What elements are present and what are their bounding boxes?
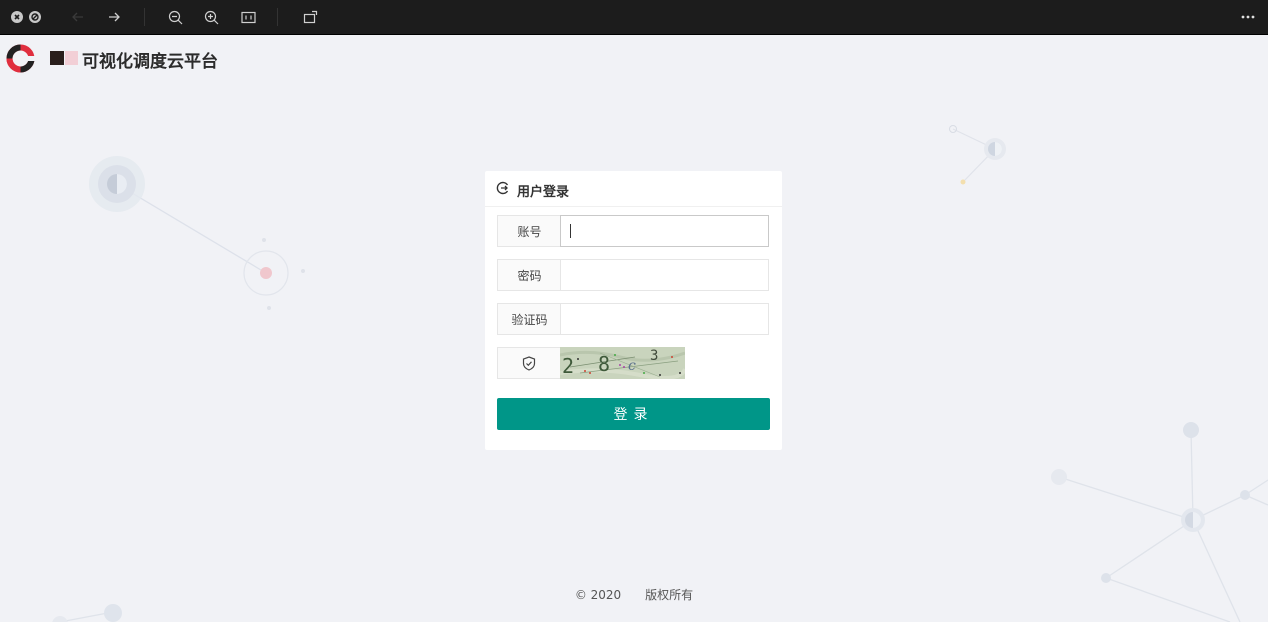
captcha-char: 2 bbox=[562, 354, 574, 378]
toolbar-divider bbox=[277, 8, 278, 26]
brand-logo-icon bbox=[6, 44, 35, 72]
brand-title: 可视化调度云平台 bbox=[82, 52, 218, 72]
fit-icon[interactable] bbox=[240, 8, 256, 26]
viewer-toolbar bbox=[0, 0, 1268, 35]
captcha-input[interactable] bbox=[560, 303, 769, 335]
rotate-icon[interactable] bbox=[302, 8, 318, 26]
captcha-char: 3 bbox=[650, 348, 658, 364]
more-icon[interactable] bbox=[1240, 8, 1256, 26]
password-input[interactable] bbox=[560, 259, 769, 291]
captcha-label: 验证码 bbox=[497, 303, 561, 335]
copyright-text: © 2020 bbox=[574, 588, 622, 602]
brand: 可视化调度云平台 bbox=[6, 43, 218, 73]
login-panel-header: 用户登录 bbox=[485, 171, 782, 207]
text-caret bbox=[570, 224, 571, 238]
captcha-image-row: 2 8 c 3 bbox=[497, 347, 769, 379]
account-label: 账号 bbox=[497, 215, 561, 247]
toolbar-divider bbox=[144, 8, 145, 26]
password-label: 密码 bbox=[497, 259, 561, 291]
zoom-out-icon[interactable] bbox=[167, 8, 183, 26]
brand-redacted-mark bbox=[50, 49, 82, 67]
login-button[interactable]: 登录 bbox=[497, 398, 770, 430]
account-input[interactable] bbox=[560, 215, 769, 247]
block-icon[interactable] bbox=[29, 11, 41, 23]
login-panel-title: 用户登录 bbox=[517, 185, 570, 200]
captcha-icon-box bbox=[497, 347, 561, 379]
captcha-char: c bbox=[628, 358, 636, 374]
rights-text: 版权所有 bbox=[645, 588, 694, 602]
captcha-image[interactable]: 2 8 c 3 bbox=[560, 347, 685, 379]
close-circle-icon[interactable] bbox=[11, 11, 23, 23]
footer: © 2020 版权所有 bbox=[0, 586, 1268, 603]
captcha-char: 8 bbox=[598, 352, 610, 376]
arrow-left-icon[interactable] bbox=[70, 8, 86, 26]
arrow-right-icon[interactable] bbox=[106, 8, 122, 26]
captcha-field: 验证码 bbox=[497, 303, 769, 335]
zoom-in-icon[interactable] bbox=[203, 8, 219, 26]
login-icon bbox=[496, 181, 509, 195]
account-field: 账号 bbox=[497, 215, 769, 247]
shield-check-icon bbox=[522, 355, 536, 371]
password-field: 密码 bbox=[497, 259, 769, 291]
login-panel: 用户登录 账号 密码 验证码 2 8 c 3 登录 bbox=[485, 171, 782, 450]
